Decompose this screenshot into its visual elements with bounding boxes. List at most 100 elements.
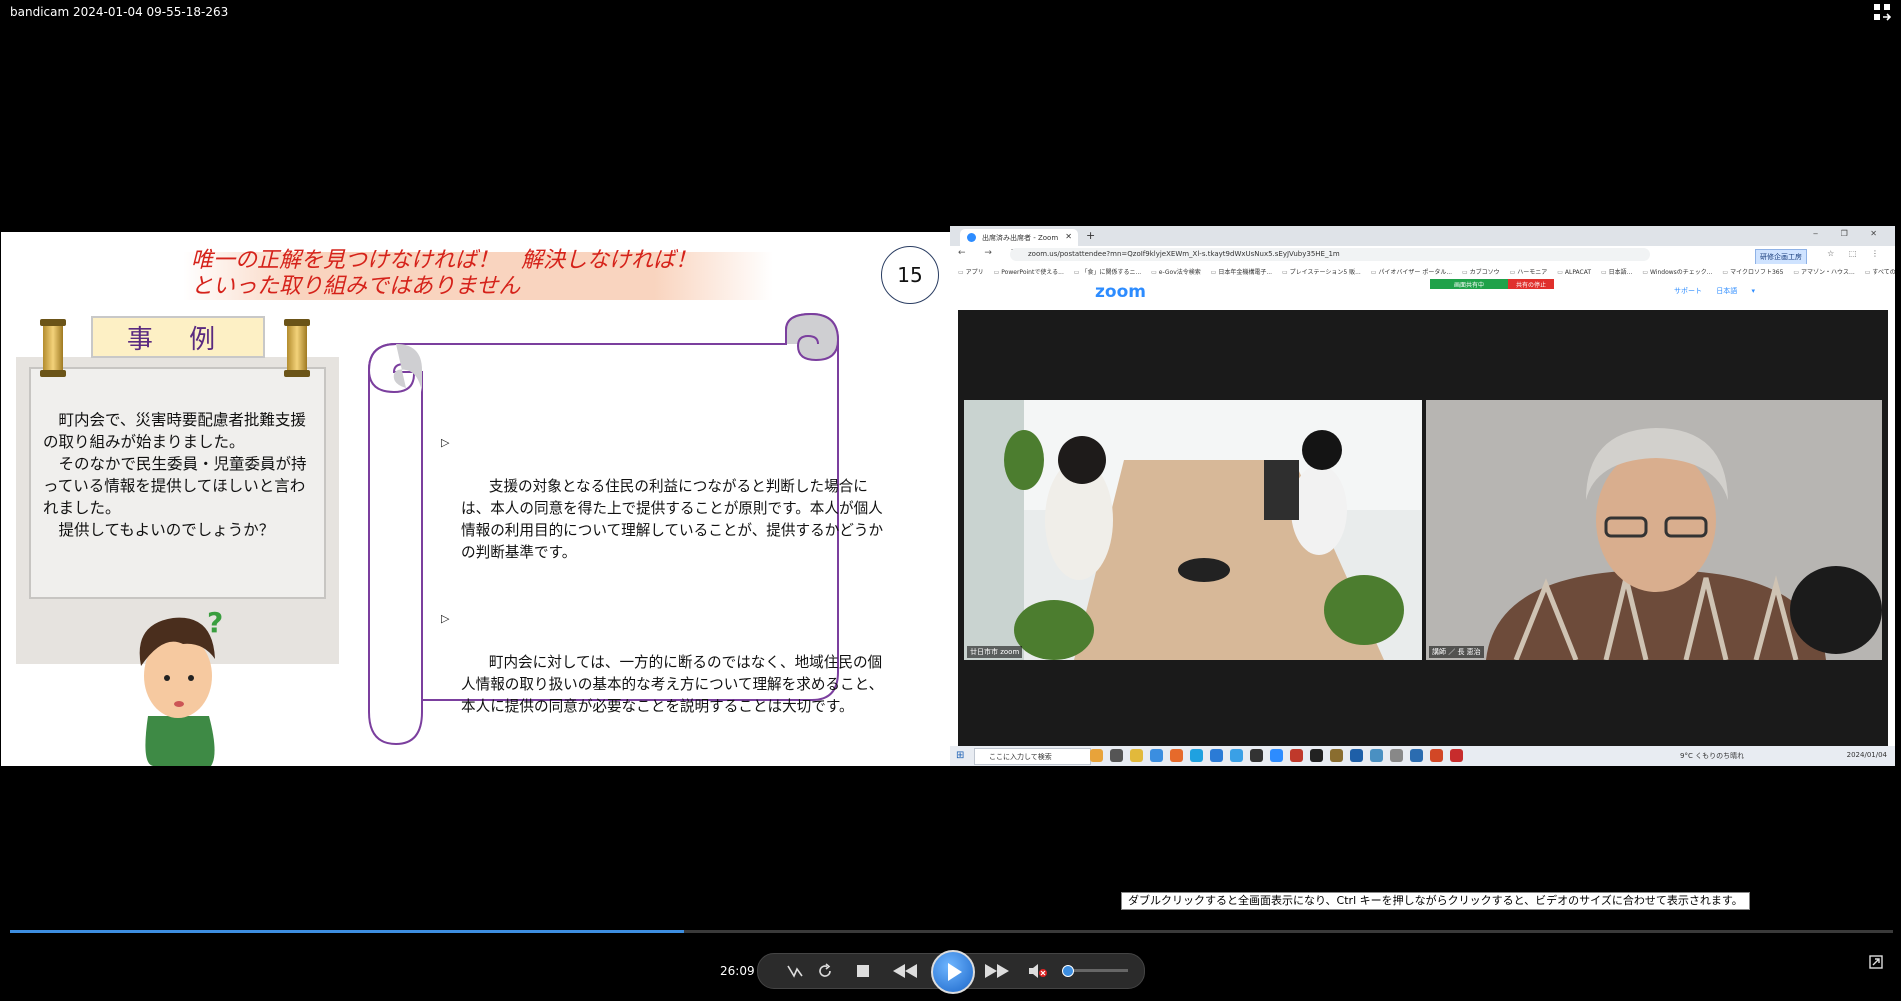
bookmark-item[interactable]: Windowsのチェック... (1642, 267, 1713, 276)
stop-icon[interactable] (852, 961, 874, 981)
play-icon[interactable] (931, 950, 975, 994)
zoom-favicon-icon (967, 233, 976, 242)
zoom-app-icon[interactable] (1270, 749, 1283, 762)
windows-taskbar: ⊞ ここに入力して検索 9°C くもりのち晴れ 2024/01/04 (950, 746, 1895, 766)
bullet-item: ▷ 支援の対象となる住民の利益につながると判断した場合には、本人の同意を得た上で… (441, 432, 891, 586)
mute-icon[interactable] (1026, 961, 1050, 981)
case-text: 町内会で、災害時要配慮者批難支援の取り組みが始まりました。 そのなかで民生委員・… (43, 411, 307, 539)
app-icon[interactable] (1350, 749, 1363, 762)
skype-app-icon[interactable] (1190, 749, 1203, 762)
loop-icon[interactable] (812, 961, 838, 981)
share-tooltip: 研修企画工房 (1755, 249, 1807, 265)
bookmark-item[interactable]: PowerPointで使える... (994, 267, 1064, 276)
terminal-app-icon[interactable] (1310, 749, 1323, 762)
zoom-header-links[interactable]: サポート 日本語 ▾ (1674, 286, 1755, 296)
zoom-logo[interactable]: zoom (1095, 282, 1146, 302)
case-label: 事 例 (91, 316, 265, 358)
slide-page-number: 15 (881, 246, 939, 304)
bookmark-item[interactable]: ハーモニア (1510, 267, 1547, 276)
taskbar-search-input[interactable]: ここに入力して検索 (974, 748, 1091, 765)
scroll-pillar-left (40, 319, 66, 377)
bookmark-item[interactable]: アプリ (958, 267, 984, 276)
bookmark-item[interactable]: カブコソウ (1462, 267, 1500, 276)
bullet-text-2: 町内会に対しては、一方的に断るのではなく、地域住民の個人情報の取り扱いの基本的な… (461, 654, 884, 715)
bookmark-item[interactable]: プレイステーション5 販... (1282, 267, 1361, 276)
taskbar-app-icons (1090, 749, 1463, 762)
bullet-marker: ▷ (441, 436, 450, 449)
ab-repeat-icon[interactable] (782, 961, 808, 981)
speaker-video-image (1426, 400, 1882, 660)
svg-text:?: ? (207, 606, 223, 639)
taskbar-search-placeholder: ここに入力して検索 (989, 753, 1052, 761)
tab-close-icon[interactable]: ✕ (1065, 232, 1072, 241)
acrobat-app-icon[interactable] (1450, 749, 1463, 762)
volume-slider[interactable] (1062, 965, 1128, 977)
participant-label: 廿日市市 zoom (967, 646, 1023, 658)
window-controls[interactable]: ‒ ❐ ✕ (1813, 229, 1887, 238)
room-video-image (964, 400, 1422, 660)
bullet-marker: ▷ (441, 612, 450, 625)
powerpoint-app-icon[interactable] (1430, 749, 1443, 762)
scroll-pillar-right (284, 319, 310, 377)
browser-tab[interactable]: 出席済み出席者 - Zoom ✕ (960, 229, 1078, 246)
presentation-slide: 唯一の正解を見つけなければ！ 解決しなければ！ といった取り組みではありません … (1, 232, 950, 766)
slide-title-line-2: といった取り組みではありません (191, 274, 521, 299)
chrome-app-icon[interactable] (1150, 749, 1163, 762)
address-bar[interactable]: zoom.us/postattendee?mn=QzoIf9klyjeXEWm_… (1010, 248, 1650, 261)
app-icon[interactable] (1330, 749, 1343, 762)
rewind-icon[interactable] (890, 961, 920, 981)
case-card: 町内会で、災害時要配慮者批難支援の取り組みが始まりました。 そのなかで民生委員・… (29, 367, 326, 599)
participant-label: 講師 ／ 長 恵治 (1429, 646, 1484, 658)
taskbar-clock[interactable]: 2024/01/04 (1847, 751, 1887, 759)
scroll-content: ▷ 支援の対象となる住民の利益につながると判断した場合には、本人の同意を得た上で… (441, 432, 891, 762)
bookmark-item[interactable]: ALPACAT (1557, 269, 1591, 276)
bookmark-item[interactable]: マイクロソフト365 (1722, 267, 1783, 276)
task-view-icon[interactable] (1110, 749, 1123, 762)
fullscreen-restore-icon[interactable] (1873, 3, 1891, 21)
playback-time: 26:09 (720, 964, 755, 978)
participant-video-room[interactable]: 廿日市市 zoom (964, 400, 1422, 660)
browser-toolbar: ← → ↻ zoom.us/postattendee?mn=QzoIf9klyj… (950, 246, 1895, 264)
share-status: 画面共有中 (1430, 279, 1509, 289)
store-app-icon[interactable] (1230, 749, 1243, 762)
explorer-app-icon[interactable] (1130, 749, 1143, 762)
bookmarks-more[interactable]: すべてのブックマーク (1865, 267, 1895, 276)
screen-share-bar: 画面共有中 共有の停止 (1430, 279, 1555, 289)
edge-app-icon[interactable] (1210, 749, 1223, 762)
windows-start-icon[interactable]: ⊞ (956, 750, 964, 761)
fullscreen-tooltip: ダブルクリックすると全画面表示になり、Ctrl キーを押しながらクリックすると、… (1121, 892, 1750, 910)
popout-icon[interactable] (1869, 955, 1883, 969)
meeting-area: 廿日市市 zoom 講師 ／ 長 恵治 (958, 310, 1888, 746)
url-text: zoom.us/postattendee?mn=QzoIf9klyjeXEWm_… (1028, 250, 1340, 258)
participant-video-speaker[interactable]: 講師 ／ 長 恵治 (1426, 400, 1882, 660)
camera-app-icon[interactable] (1390, 749, 1403, 762)
bookmark-item[interactable]: 日本語... (1601, 267, 1633, 276)
folder-app-icon[interactable] (1090, 749, 1103, 762)
bookmark-item[interactable]: e-Gov法令検索 (1151, 267, 1201, 276)
taskbar-weather[interactable]: 9°C くもりのち晴れ (1680, 751, 1744, 761)
app-icon[interactable] (1250, 749, 1263, 762)
firefox-app-icon[interactable] (1170, 749, 1183, 762)
seek-bar[interactable] (10, 930, 1893, 933)
bandicam-app-icon[interactable] (1290, 749, 1303, 762)
stop-share-button[interactable]: 共有の停止 (1508, 279, 1555, 289)
bookmark-item[interactable]: アマゾン・ハウス... (1793, 267, 1855, 276)
browser-extension-icons[interactable]: ☆ ⬚ ⋮ (1827, 249, 1885, 258)
zoom-header: zoom サポート 日本語 ▾ (950, 278, 1895, 302)
window-title: bandicam 2024-01-04 09-55-18-263 (10, 5, 229, 19)
browser-tabstrip: 出席済み出席者 - Zoom ✕ + ‒ ❐ ✕ (950, 226, 1895, 246)
word-app-icon[interactable] (1410, 749, 1423, 762)
browser-window: 出席済み出席者 - Zoom ✕ + ‒ ❐ ✕ ← → ↻ zoom.us/p… (950, 226, 1895, 766)
bullet-text-1: 支援の対象となる住民の利益につながると判断した場合には、本人の同意を得た上で提供… (461, 478, 884, 561)
bookmark-item[interactable]: パイオバイザー ポータル... (1371, 267, 1452, 276)
slide-title: 唯一の正解を見つけなければ！ 解決しなければ！ といった取り組みではありません (183, 248, 781, 300)
window-titlebar: bandicam 2024-01-04 09-55-18-263 (0, 0, 1901, 26)
bookmarks-bar: アプリ PowerPointで使える... 「食」に関係するニ... e-Gov… (950, 264, 1895, 279)
bookmark-item[interactable]: 「食」に関係するニ... (1074, 267, 1141, 276)
bookmark-item[interactable]: 日本年金機構電子... (1211, 267, 1272, 276)
seek-bar-progress (10, 930, 685, 933)
fast-forward-icon[interactable] (982, 961, 1012, 981)
new-tab-icon[interactable]: + (1086, 229, 1095, 242)
tab-title: 出席済み出席者 - Zoom (982, 234, 1059, 242)
photos-app-icon[interactable] (1370, 749, 1383, 762)
